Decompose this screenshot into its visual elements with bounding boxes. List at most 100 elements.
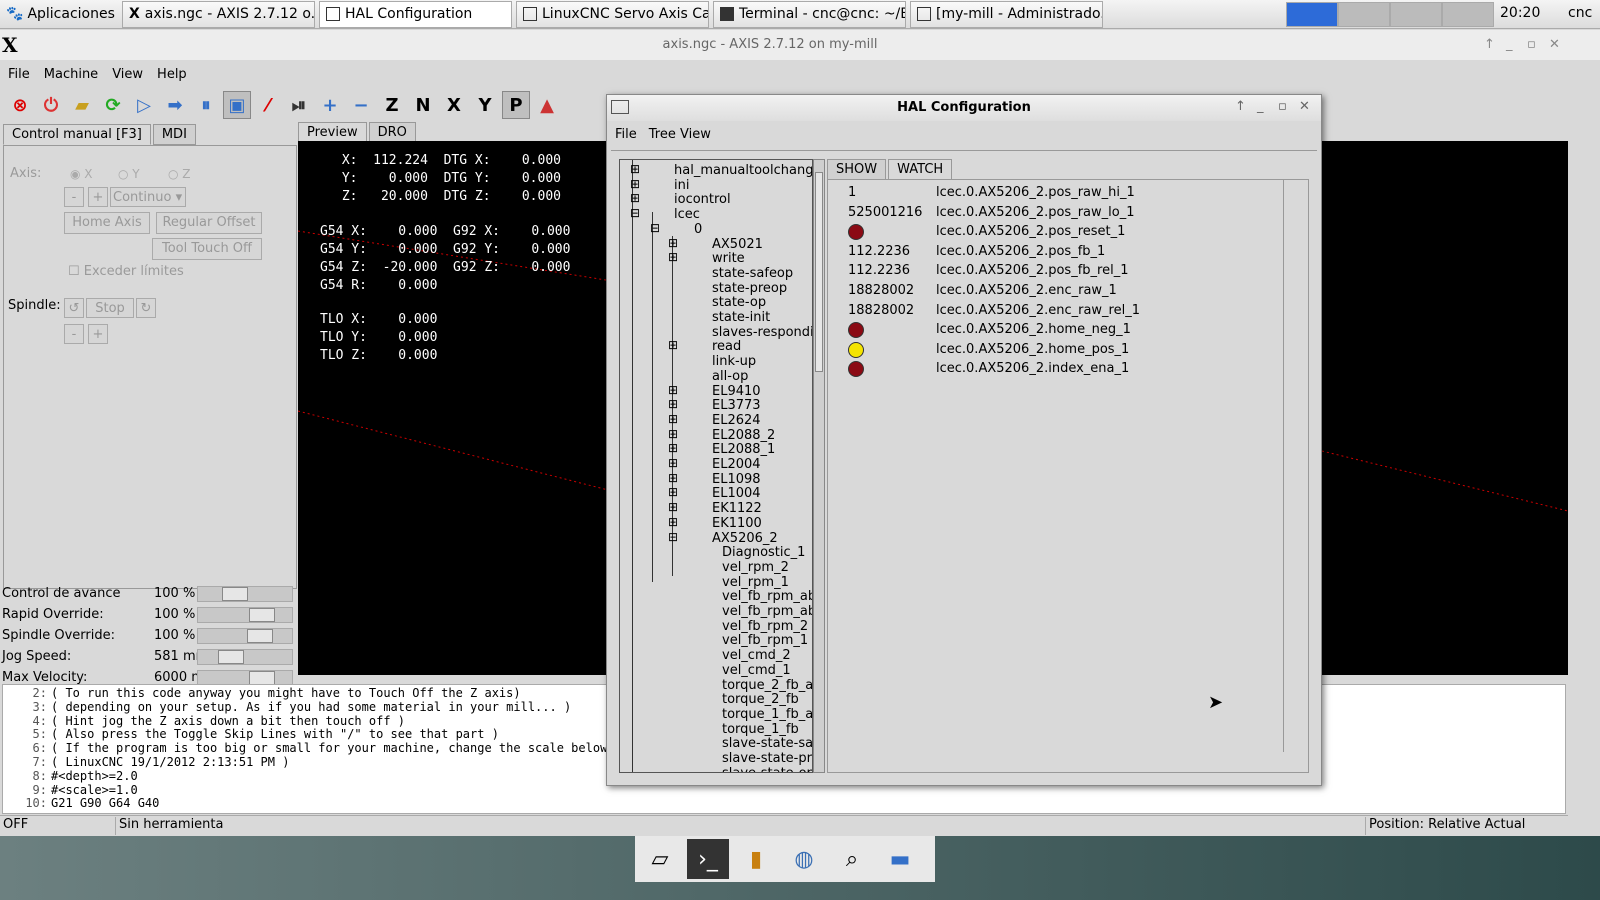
tree-node[interactable]: all-op xyxy=(712,369,748,384)
tree-node[interactable]: vel_rpm_1 xyxy=(722,575,789,590)
tree-node[interactable]: slaves-responding xyxy=(712,325,812,340)
watch-scrollbar[interactable] xyxy=(1283,180,1297,752)
jog-plus-button[interactable]: + xyxy=(88,187,108,207)
expand-icon[interactable]: ⊞ xyxy=(668,427,678,441)
tab-dro[interactable]: DRO xyxy=(368,122,416,143)
tree-node[interactable]: vel_cmd_1 xyxy=(722,663,791,678)
step-icon[interactable]: ➡ xyxy=(161,91,189,119)
home-axis-button[interactable]: Home Axis xyxy=(64,212,150,234)
expand-icon[interactable]: ⊞ xyxy=(668,456,678,470)
slider-knob[interactable] xyxy=(221,587,248,601)
tree-node[interactable]: vel_fb_rpm_abs_1 xyxy=(722,604,812,619)
expand-icon[interactable]: ⊞ xyxy=(668,236,678,250)
tree-node[interactable]: lcec xyxy=(674,207,700,222)
spindle-faster-button[interactable]: + xyxy=(88,324,108,344)
slider-knob[interactable] xyxy=(246,629,273,643)
task-folder[interactable]: [my-mill - Administrado... xyxy=(910,0,1103,28)
workspace-switcher[interactable] xyxy=(1286,2,1494,27)
tree-node[interactable]: EL9410 xyxy=(712,384,761,399)
stop-icon[interactable]: ▣ xyxy=(223,91,251,119)
tree-node[interactable]: iocontrol xyxy=(674,192,731,207)
window-up-icon[interactable]: ↑ xyxy=(1235,99,1246,114)
override-slider[interactable] xyxy=(197,586,293,602)
tree-node[interactable]: state-preop xyxy=(712,281,787,296)
expand-icon[interactable]: ⊞ xyxy=(630,162,640,176)
task-terminal[interactable]: Terminal - cnc@cnc: ~/E... xyxy=(713,0,906,28)
tree-node[interactable]: hal_manualtoolchange xyxy=(674,163,812,178)
menu-file[interactable]: File xyxy=(8,67,30,82)
preview-canvas[interactable]: X: 112.224 DTG X: 0.000 Y: 0.000 DTG Y: … xyxy=(298,141,612,675)
tree-node[interactable]: write xyxy=(712,251,745,266)
view-p-icon[interactable]: P xyxy=(502,91,530,119)
optional-stop-icon[interactable]: ⏯ xyxy=(285,91,313,119)
menu-help[interactable]: Help xyxy=(157,67,187,82)
power-icon[interactable]: ⏻ xyxy=(37,91,65,119)
slider-knob[interactable] xyxy=(249,608,275,622)
tree-node[interactable]: EL2004 xyxy=(712,457,761,472)
tree-node[interactable]: vel_fb_rpm_1 xyxy=(722,633,808,648)
show-desktop-icon[interactable]: ▱ xyxy=(639,839,681,879)
tree-node[interactable]: slave-state-op xyxy=(722,766,812,772)
zoom-in-icon[interactable]: + xyxy=(316,91,344,119)
gcode-line[interactable]: 10: G21 G90 G64 G40 xyxy=(7,796,1565,811)
view-z2-icon[interactable]: N xyxy=(409,91,437,119)
tree-node[interactable]: link-up xyxy=(712,354,756,369)
collapse-icon[interactable]: ⊟ xyxy=(650,221,660,235)
tree-node[interactable]: slave-state-safeop xyxy=(722,736,812,751)
tree-node[interactable]: torque_1_fb xyxy=(722,722,799,737)
jog-mode-select[interactable]: Continuo ▾ xyxy=(110,187,186,207)
tab-watch[interactable]: WATCH xyxy=(888,159,953,180)
open-folder-icon[interactable]: ▰ xyxy=(68,91,96,119)
hal-tree[interactable]: ⊞ hal_manualtoolchange ⊞ ini ⊞ iocontrol ⊟ lcec… xyxy=(619,159,813,773)
window-maximize-icon[interactable]: ▫ xyxy=(1278,99,1287,114)
expand-icon[interactable]: ⊞ xyxy=(630,191,640,205)
task-axis[interactable]: Xaxis.ngc - AXIS 2.7.12 o... xyxy=(122,0,315,28)
tree-node[interactable]: AX5021 xyxy=(712,237,763,252)
tree-node[interactable]: Diagnostic_1 xyxy=(722,545,805,560)
tool-touch-off-button[interactable]: Tool Touch Off xyxy=(152,238,262,260)
window-maximize-button[interactable]: ▫ xyxy=(1527,37,1536,52)
search-icon[interactable]: ⌕ xyxy=(831,839,873,879)
spindle-ccw-icon[interactable]: ↺ xyxy=(64,298,84,318)
expand-icon[interactable]: ⊞ xyxy=(668,383,678,397)
terminal-icon[interactable]: ›_ xyxy=(687,839,729,879)
tab-mdi[interactable]: MDI xyxy=(152,124,196,145)
tree-node[interactable]: ini xyxy=(674,178,689,193)
expand-icon[interactable]: ⊞ xyxy=(668,441,678,455)
view-x-icon[interactable]: X xyxy=(440,91,468,119)
tree-node[interactable]: slave-state-preop xyxy=(722,751,812,766)
preview-canvas-right[interactable] xyxy=(1321,141,1569,675)
workspace-4[interactable] xyxy=(1442,2,1494,27)
applications-menu[interactable]: 🐾 Aplicaciones xyxy=(0,0,122,29)
expand-icon[interactable]: ⊞ xyxy=(668,471,678,485)
task-servo[interactable]: LinuxCNC Servo Axis Ca... xyxy=(516,0,709,28)
expand-icon[interactable]: ⊞ xyxy=(668,485,678,499)
web-browser-icon[interactable]: ◍ xyxy=(783,839,825,879)
window-menu-icon[interactable] xyxy=(611,100,629,114)
tree-scrollbar[interactable] xyxy=(813,159,825,773)
tree-node[interactable]: torque_2_fb xyxy=(722,692,799,707)
spindle-stop-button[interactable]: Stop xyxy=(86,298,134,318)
menu-view[interactable]: View xyxy=(112,67,143,82)
tree-node[interactable]: vel_fb_rpm_2 xyxy=(722,619,808,634)
tree-node[interactable]: EL3773 xyxy=(712,398,761,413)
expand-icon[interactable]: ⊞ xyxy=(668,515,678,529)
expand-icon[interactable]: ⊞ xyxy=(668,412,678,426)
override-slider[interactable] xyxy=(197,649,293,665)
window-up-button[interactable]: ↑ xyxy=(1484,37,1495,52)
tree-scroll-thumb[interactable] xyxy=(815,172,823,372)
window-minimize-button[interactable]: _ xyxy=(1506,37,1513,52)
hal-menu-tree-view[interactable]: Tree View xyxy=(649,127,711,142)
window-minimize-icon[interactable]: _ xyxy=(1257,99,1264,114)
tree-node[interactable]: vel_rpm_2 xyxy=(722,560,789,575)
folder-icon[interactable]: ▬ xyxy=(879,839,921,879)
axis-radio-z[interactable]: ○ Z xyxy=(168,167,191,181)
jog-minus-button[interactable]: - xyxy=(64,187,84,207)
pause-icon[interactable]: ⏸ xyxy=(192,91,220,119)
view-z-icon[interactable]: Z xyxy=(378,91,406,119)
zoom-out-icon[interactable]: − xyxy=(347,91,375,119)
workspace-1[interactable] xyxy=(1286,2,1338,27)
override-slider[interactable] xyxy=(197,607,293,623)
tree-node[interactable]: EK1122 xyxy=(712,501,762,516)
expand-icon[interactable]: ⊞ xyxy=(668,397,678,411)
